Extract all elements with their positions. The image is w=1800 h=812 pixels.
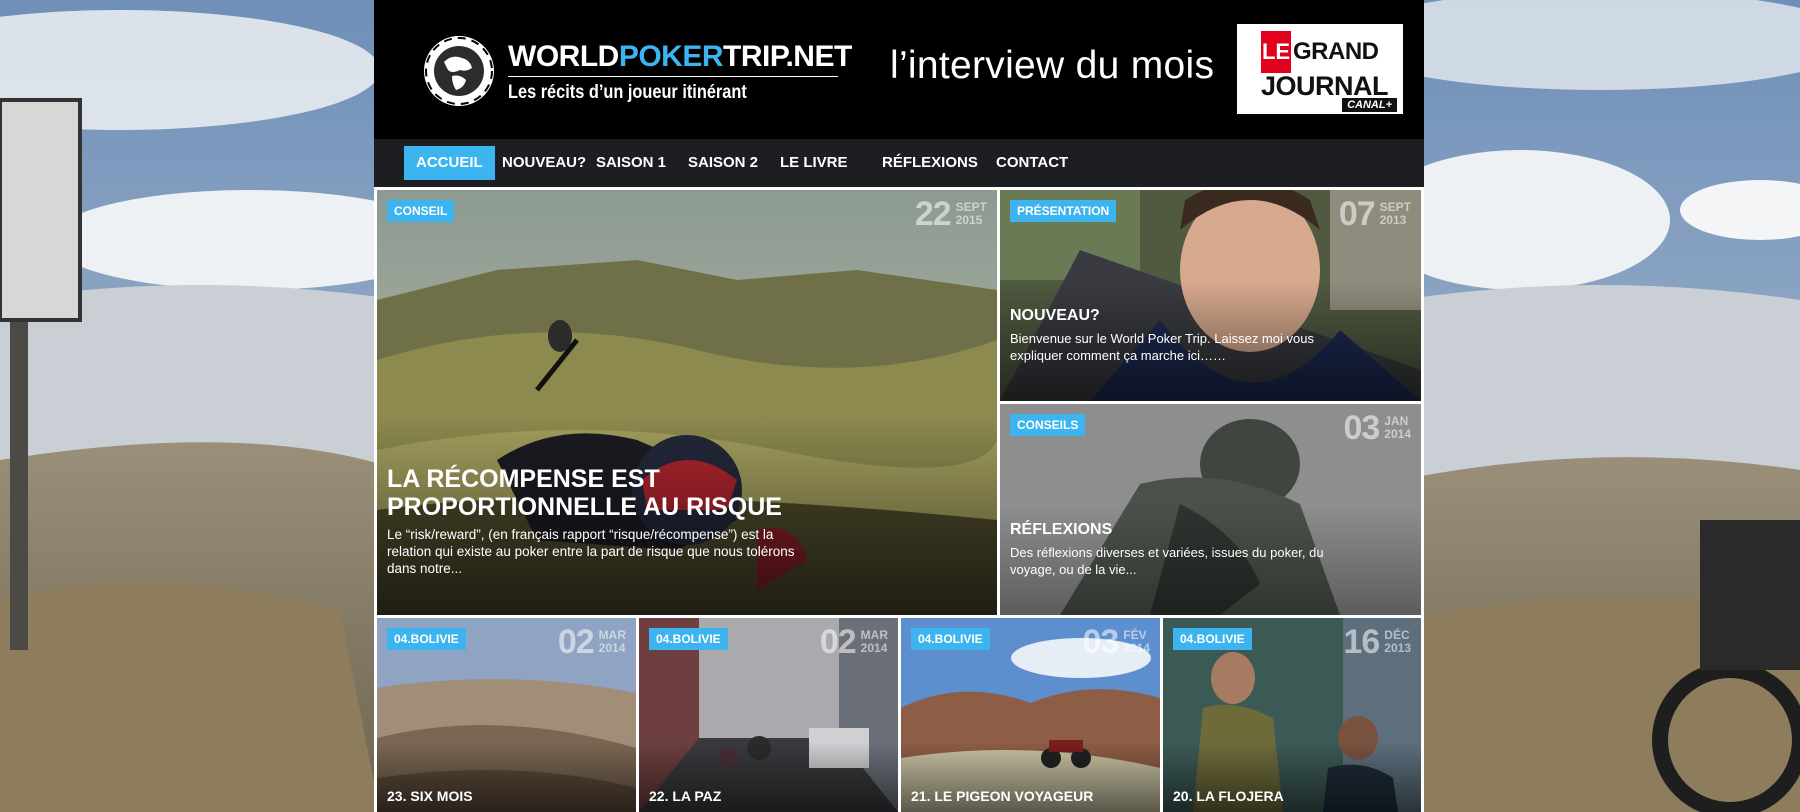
site-title-part3: TRIP.NET <box>723 40 852 73</box>
post-excerpt: Des réflexions diverses et variées, issu… <box>1010 545 1324 577</box>
date-day: 02 <box>557 623 595 661</box>
reflexions-post-tile[interactable]: CONSEILS 03 JAN 2014 RÉFLEXIONS Des réfle… <box>1000 404 1421 615</box>
page-column: WORLDPOKERTRIP.NET Les récits d’un joueu… <box>374 0 1424 812</box>
nav-item-nouveau[interactable]: NOUVEAU? <box>490 146 598 180</box>
category-badge[interactable]: CONSEILS <box>1010 414 1086 436</box>
date-month-year: MAR 2014 <box>599 629 626 655</box>
nouveau-post-tile[interactable]: PRÉSENTATION 07 SEPT 2013 NOUVEAU? Bienve… <box>1000 190 1421 401</box>
category-badge[interactable]: CONSEIL <box>387 200 455 222</box>
main-nav: ACCUEIL NOUVEAU? SAISON 1 SAISON 2 LE LI… <box>374 139 1424 187</box>
post-date: 02 MAR 2014 <box>558 624 626 660</box>
date-month-year: FÉV 2014 <box>1123 629 1150 655</box>
date-month-year: DÉC 2013 <box>1384 629 1411 655</box>
category-badge[interactable]: 04.BOLIVIE <box>649 628 728 650</box>
site-title-part2: POKER <box>618 40 724 73</box>
featured-post-title[interactable]: LA RÉCOMPENSE EST PROPORTIONNELLE AU RIS… <box>387 465 782 521</box>
nav-item-saison-2[interactable]: SAISON 2 <box>676 146 770 180</box>
date-year: 2014 <box>1384 427 1411 441</box>
globe-poker-chip-icon[interactable] <box>422 34 496 108</box>
featured-title-line1: LA RÉCOMPENSE EST <box>387 465 660 493</box>
date-month: DÉC <box>1384 628 1410 642</box>
date-day: 16 <box>1343 623 1380 661</box>
nav-item-accueil[interactable]: ACCUEIL <box>404 146 495 180</box>
post-title[interactable]: 23. SIX MOIS <box>387 788 473 804</box>
date-day: 03 <box>1082 623 1119 661</box>
date-month: FÉV <box>1123 628 1147 642</box>
post-title[interactable]: 22. LA PAZ <box>649 788 721 804</box>
post-date: 03 FÉV 2014 <box>1082 624 1150 660</box>
featured-post-excerpt: Le “risk/reward”, (en français rapport “… <box>387 527 795 576</box>
date-year: 2014 <box>1123 641 1150 655</box>
date-day: 02 <box>819 623 857 661</box>
category-badge[interactable]: 04.BOLIVIE <box>387 628 466 650</box>
gj-canal-text: CANAL+ <box>1342 98 1397 112</box>
site-tagline: Les récits d’un joueur itinérant <box>508 82 747 103</box>
post-tile[interactable]: 04.BOLIVIE 16 DÉC 2013 20. LA FLOJERA <box>1163 618 1421 812</box>
post-tile[interactable]: 04.BOLIVIE 03 FÉV 2014 21. LE PIGEON VOYA… <box>901 618 1160 812</box>
category-badge[interactable]: 04.BOLIVIE <box>911 628 990 650</box>
date-month: SEPT <box>1379 200 1411 214</box>
featured-post-tile[interactable]: CONSEIL 22 SEPT 2015 LA RÉCOMPENSE EST PR… <box>377 190 997 615</box>
category-badge[interactable]: 04.BOLIVIE <box>1173 628 1252 650</box>
date-month: SEPT <box>955 200 987 214</box>
post-date: 22 SEPT 2015 <box>915 196 987 232</box>
gj-le-text: LE <box>1261 31 1291 73</box>
post-title[interactable]: 21. LE PIGEON VOYAGEUR <box>911 788 1093 804</box>
date-day: 03 <box>1343 409 1380 447</box>
post-title[interactable]: 20. LA FLOJERA <box>1173 788 1284 804</box>
date-year: 2014 <box>860 641 888 655</box>
featured-title-line2: PROPORTIONNELLE AU RISQUE <box>387 493 782 521</box>
post-title[interactable]: RÉFLEXIONS <box>1010 521 1112 539</box>
logo-divider <box>508 76 838 77</box>
gj-grand-text: GRAND <box>1293 38 1379 65</box>
date-year: 2014 <box>598 641 626 655</box>
date-day: 07 <box>1338 195 1376 233</box>
date-month: JAN <box>1384 414 1409 428</box>
site-title-part1: WORLD <box>508 40 619 73</box>
category-badge[interactable]: PRÉSENTATION <box>1010 200 1117 222</box>
date-month-year: JAN 2014 <box>1384 415 1411 441</box>
post-excerpt: Bienvenue sur le World Poker Trip. Laiss… <box>1010 331 1314 363</box>
post-title[interactable]: NOUVEAU? <box>1010 307 1100 325</box>
post-tile[interactable]: 04.BOLIVIE 02 MAR 2014 22. LA PAZ <box>639 618 898 812</box>
date-month-year: SEPT 2015 <box>956 201 987 227</box>
date-year: 2013 <box>1384 641 1411 655</box>
site-header: WORLDPOKERTRIP.NET Les récits d’un joueu… <box>374 0 1424 139</box>
post-date: 07 SEPT 2013 <box>1339 196 1411 232</box>
date-year: 2013 <box>1379 213 1407 227</box>
date-month-year: SEPT 2013 <box>1380 201 1411 227</box>
interview-of-month-text[interactable]: l’interview du mois <box>890 44 1214 88</box>
nav-item-saison-1[interactable]: SAISON 1 <box>584 146 678 180</box>
nav-item-le-livre[interactable]: LE LIVRE <box>768 146 860 180</box>
post-tile[interactable]: 04.BOLIVIE 02 MAR 2014 23. SIX MOIS <box>377 618 636 812</box>
post-date: 02 MAR 2014 <box>820 624 888 660</box>
post-date: 03 JAN 2014 <box>1343 410 1411 446</box>
gj-journal-text: JOURNAL <box>1261 71 1389 101</box>
nav-item-reflexions[interactable]: RÉFLEXIONS <box>870 146 990 180</box>
date-month-year: MAR 2014 <box>861 629 888 655</box>
date-year: 2015 <box>955 213 983 227</box>
grand-journal-logo[interactable]: LE GRAND JOURNAL CANAL+ <box>1237 24 1403 114</box>
nav-item-contact[interactable]: CONTACT <box>984 146 1080 180</box>
site-title[interactable]: WORLDPOKERTRIP.NET <box>508 40 852 74</box>
post-date: 16 DÉC 2013 <box>1343 624 1411 660</box>
date-day: 22 <box>914 195 952 233</box>
date-month: MAR <box>598 628 626 642</box>
date-month: MAR <box>860 628 888 642</box>
